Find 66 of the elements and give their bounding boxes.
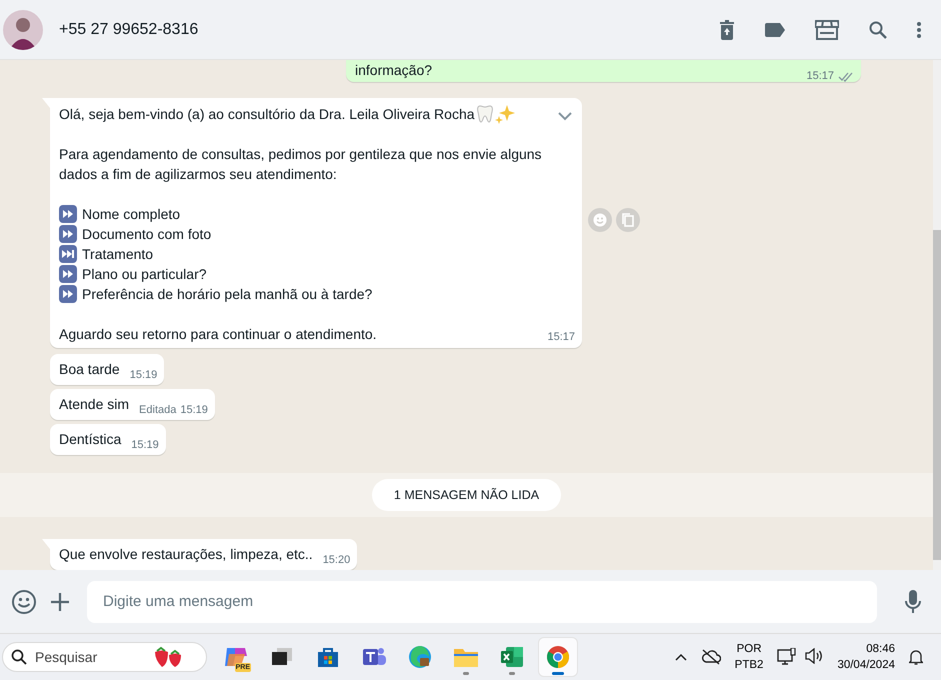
message-input[interactable]: Digite uma mensagem — [87, 580, 877, 622]
chrome-icon — [546, 645, 570, 669]
excel-icon — [500, 645, 524, 669]
fast-forward-icon — [59, 265, 77, 283]
scrollbar[interactable] — [933, 60, 941, 570]
volume-button[interactable] — [805, 648, 824, 666]
tag-icon — [765, 22, 785, 36]
network-icon — [777, 648, 798, 666]
message-text: Boa tarde — [59, 360, 120, 379]
fast-forward-icon — [59, 225, 77, 243]
edge-icon — [408, 645, 432, 669]
smiley-icon — [11, 588, 37, 614]
message-time: 15:19 — [130, 368, 158, 383]
taskbar-search-field[interactable]: Pesquisar — [2, 642, 207, 672]
search-icon — [869, 20, 887, 38]
trash-icon — [719, 20, 735, 40]
input-language-button[interactable]: POR PTB2 — [734, 641, 764, 673]
list-item-text: Tratamento — [82, 245, 154, 264]
edited-label: Editada — [139, 403, 176, 418]
message-text: Que envolve restaurações, limpeza, etc.. — [59, 545, 313, 564]
sparkles-icon — [494, 104, 515, 124]
message-time: 15:17 — [806, 69, 834, 84]
list-item-text: Plano ou particular? — [82, 265, 207, 284]
message-text: Atende sim — [59, 395, 130, 414]
onedrive-button[interactable] — [700, 649, 721, 665]
message-text: Aguardo seu retorno para continuar o atendimento. — [59, 325, 377, 344]
message-text: Dentística — [59, 430, 122, 449]
attach-button[interactable] — [51, 592, 69, 610]
copy-icon — [621, 213, 635, 227]
show-hidden-icons-button[interactable] — [674, 653, 687, 661]
speaker-icon — [805, 648, 824, 664]
search-icon — [11, 649, 27, 665]
list-item-text: Nome completo — [82, 205, 180, 224]
fast-forward-icon — [59, 285, 77, 303]
microphone-icon — [905, 590, 921, 614]
chevron-up-icon — [674, 653, 687, 661]
clock-button[interactable]: 08:46 30/04/2024 — [837, 641, 895, 673]
bell-icon — [909, 649, 923, 665]
message-time: 15:20 — [322, 553, 350, 568]
plus-icon — [51, 592, 69, 610]
message-time: 15:17 — [547, 330, 575, 345]
message-text: Olá, seja bem-vindo (a) ao consultório da Dra. Leila Oliveira Rocha — [59, 105, 475, 124]
search-input[interactable]: Pesquisar — [35, 649, 145, 665]
cloud-off-icon — [700, 649, 721, 665]
voice-message-button[interactable] — [905, 590, 921, 614]
next-track-icon — [59, 245, 77, 263]
storefront-icon — [815, 20, 839, 40]
message-time: 15:19 — [131, 438, 159, 453]
emoji-button[interactable] — [11, 588, 37, 614]
contact-avatar[interactable] — [3, 10, 43, 50]
message-text: informação? — [355, 61, 432, 80]
message-text: Para agendamento de consultas, pedimos por gentileza que nos envie alguns dados a fim de agilizarmos seu atendimento: — [59, 145, 543, 184]
smiley-icon — [593, 213, 607, 227]
list-item-text: Documento com foto — [82, 225, 212, 244]
tooth-icon — [476, 105, 493, 123]
list-item-text: Preferência de horário pela manhã ou à tarde? — [82, 285, 372, 304]
notifications-button[interactable] — [909, 649, 923, 665]
store-icon — [316, 645, 340, 669]
chevron-down-icon[interactable] — [558, 112, 572, 121]
message-time: 15:19 — [180, 403, 208, 418]
network-button[interactable] — [777, 648, 798, 666]
unread-messages-label: 1 MENSAGEM NÃO LIDA — [372, 479, 562, 511]
more-options-icon — [917, 22, 921, 38]
folder-icon — [453, 646, 479, 668]
fast-forward-icon — [59, 205, 77, 223]
task-view-icon — [271, 647, 293, 667]
